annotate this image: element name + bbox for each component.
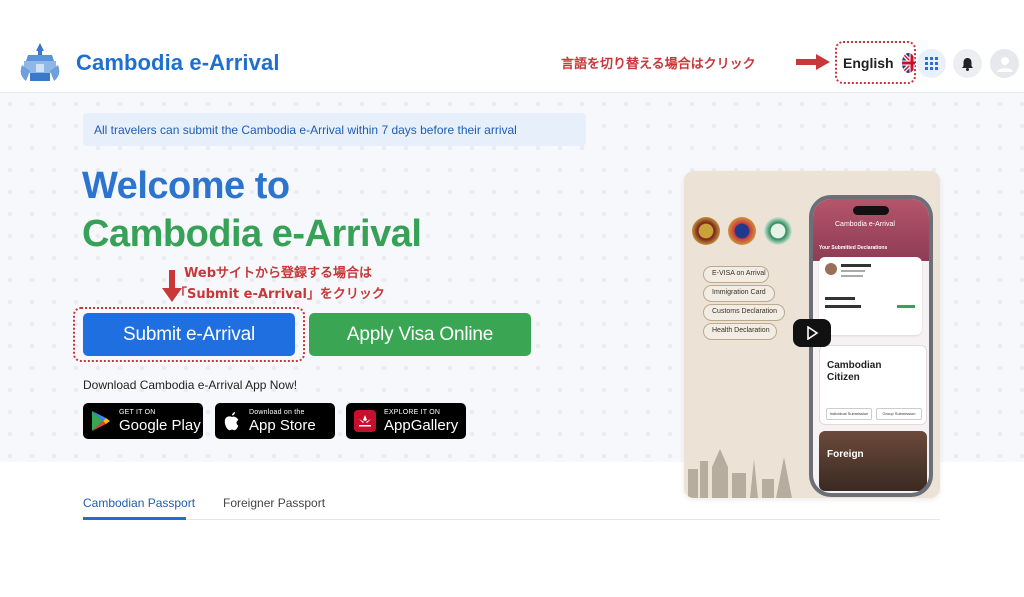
phone-citizen-title-1: Cambodian [827,360,882,371]
app-promo-video[interactable]: E-VISA on Arrival Immigration Card Custo… [684,171,940,498]
huawei-icon [354,410,376,432]
promo-menu-health: Health Declaration [703,323,777,340]
cambodia-emblem-logo[interactable] [20,41,60,85]
language-switch-annotation: 言語を切り替える場合はクリック [561,57,756,72]
app-gallery-label: AppGallery [384,417,459,434]
immigration-seal-icon [728,217,756,245]
phone-app-title: Cambodia e-Arrival [835,221,895,228]
apple-icon [224,412,239,431]
arrow-down-icon [162,270,182,302]
submit-annotation-line1: Webサイトから登録する場合は [184,266,372,281]
submit-annotation: Webサイトから登録する場合は 「Submit e-Arrival」をクリック [174,263,385,305]
tab-cambodian-passport[interactable]: Cambodian Passport [83,496,195,510]
app-gallery-button[interactable]: EXPLORE IT ON AppGallery [346,403,466,439]
phone-foreign-card: Foreign [819,431,927,491]
app-store-small-text: Download on the [249,409,305,416]
uk-flag-icon [901,53,915,73]
play-video-button[interactable] [793,319,831,347]
ministry-seal-icon [692,217,720,245]
app-gallery-small-text: EXPLORE IT ON [384,409,441,416]
arrival-notice-banner: All travelers can submit the Cambodia e-… [83,113,586,146]
language-label: English [843,55,894,71]
tab-foreigner-passport[interactable]: Foreigner Passport [223,496,325,510]
google-play-small-text: GET IT ON [119,409,156,416]
promo-menu-customs: Customs Declaration [703,304,785,321]
welcome-heading-line2: Cambodia e-Arrival [82,213,422,255]
google-play-label: Google Play [119,417,201,434]
tabs-divider [83,519,940,520]
top-header: Cambodia e-Arrival 言語を切り替える場合はクリック Engli… [0,32,1024,93]
google-play-button[interactable]: GET IT ON Google Play [83,403,203,439]
phone-mockup: Cambodia e-Arrival Your Submitted Declar… [809,195,933,497]
google-play-icon [92,411,110,431]
play-icon [807,326,819,340]
language-switcher-button[interactable]: English [843,49,915,77]
phone-individual-button: Individual Submission [826,408,872,420]
phone-citizen-title-2: Citizen [827,372,860,383]
arrow-right-icon [796,54,830,70]
brand-title[interactable]: Cambodia e-Arrival [76,50,280,76]
app-store-label: App Store [249,417,316,434]
phone-citizen-card: Cambodian Citizen Individual Submission … [819,345,927,425]
apply-visa-online-button[interactable]: Apply Visa Online [309,313,531,356]
grid-icon [925,57,938,70]
app-store-button[interactable]: Download on the App Store [215,403,335,439]
phone-group-button: Group Submission [876,408,922,420]
user-avatar-button[interactable] [990,49,1019,78]
bell-icon [962,57,973,71]
notifications-button[interactable] [953,49,982,78]
apps-grid-button[interactable] [917,49,946,78]
phone-declaration-card [819,257,922,335]
health-seal-icon [764,217,792,245]
user-avatar-icon [996,56,1013,72]
promo-menu-immigration-card: Immigration Card [703,285,775,302]
active-tab-indicator [83,517,186,520]
promo-menu-evisa: E-VISA on Arrival [703,266,769,283]
phone-screen: Cambodia e-Arrival Your Submitted Declar… [813,199,929,493]
submit-annotation-line2: 「Submit e-Arrival」をクリック [174,287,385,302]
welcome-heading-line1: Welcome to [82,165,290,207]
phone-declarations-title: Your Submitted Declarations [819,245,888,251]
download-app-text: Download Cambodia e-Arrival App Now! [83,378,298,392]
submit-e-arrival-button[interactable]: Submit e-Arrival [83,313,295,356]
phone-foreign-title: Foreign [827,449,864,460]
